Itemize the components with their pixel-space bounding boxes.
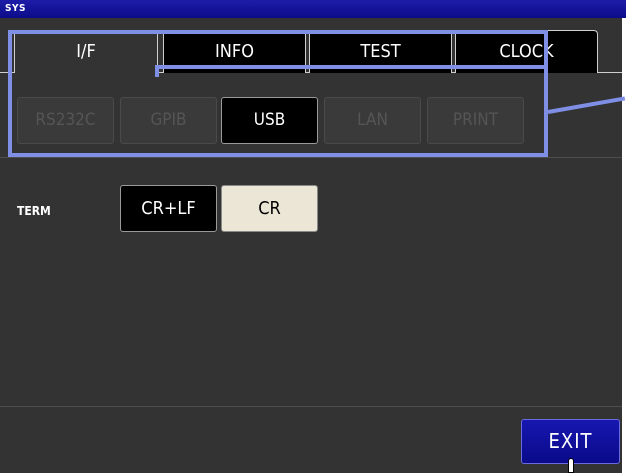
section-divider-top	[0, 157, 622, 158]
term-crlf-button[interactable]: CR+LF	[120, 185, 217, 232]
exit-callout-pointer	[568, 458, 574, 473]
section-divider-bottom	[0, 406, 622, 407]
screen-right-edge	[622, 18, 626, 473]
term-label: TERM	[17, 204, 51, 218]
callout-highlight-frame	[8, 30, 548, 157]
callout-highlight-notch	[155, 65, 548, 77]
screen-title: SYS	[0, 0, 626, 18]
term-cr-button[interactable]: CR	[221, 185, 318, 232]
